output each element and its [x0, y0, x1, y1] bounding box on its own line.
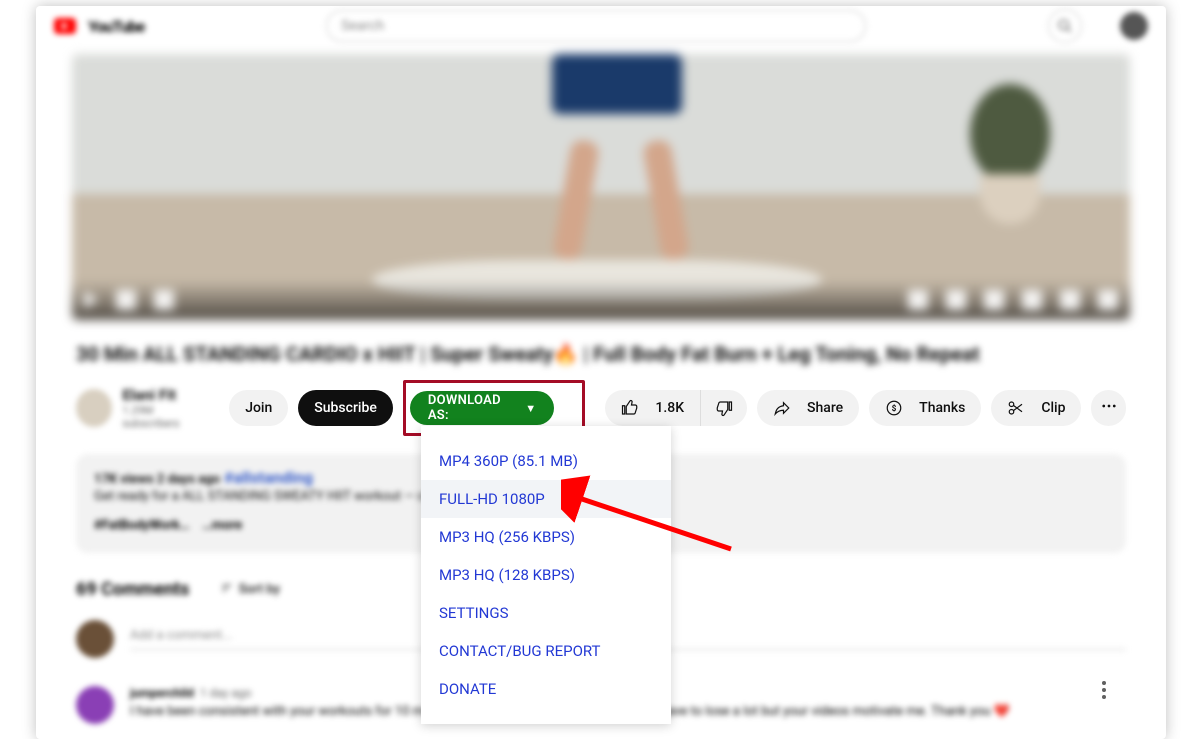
video-player[interactable] [72, 54, 1130, 320]
play-icon[interactable] [84, 291, 98, 309]
theater-icon[interactable] [1060, 290, 1080, 310]
channel-name: Elani Fit [122, 386, 209, 404]
ellipsis-icon [1100, 397, 1118, 419]
chevron-down-icon: ▼ [525, 402, 536, 415]
like-dislike-group: 1.8K [605, 390, 747, 426]
captions-icon[interactable] [946, 290, 966, 310]
download-as-label: DOWNLOAD AS: [428, 393, 519, 423]
youtube-wordmark[interactable]: YouTube [88, 17, 144, 36]
description-line2: #FatBodyWork… [94, 518, 189, 533]
search-icon [1057, 18, 1073, 34]
scissors-icon [1007, 399, 1033, 417]
channel-avatar[interactable] [76, 389, 112, 427]
player-controls [72, 280, 1130, 320]
settings-gear-icon[interactable] [984, 290, 1004, 310]
description-meta: 17K views 2 days ago [94, 472, 220, 487]
description-more[interactable]: …more [202, 518, 242, 533]
download-as-button[interactable]: DOWNLOAD AS: ▼ [410, 391, 555, 425]
share-label: Share [807, 400, 843, 416]
comment-time: 1 day ago [200, 686, 252, 700]
thumbs-down-icon [715, 399, 733, 417]
channel-subscribers: 1.29M subscribers [122, 404, 209, 430]
download-option-fullhd-1080[interactable]: FULL-HD 1080P [421, 480, 671, 518]
commenter-name[interactable]: jumperchild [130, 686, 194, 700]
download-format-dropdown: MP4 360P (85.1 MB) FULL-HD 1080P MP3 HQ … [421, 426, 671, 724]
channel-info[interactable]: Elani Fit 1.29M subscribers [76, 386, 209, 430]
description-tag[interactable]: #allstanding [224, 468, 313, 487]
search-input[interactable]: Search [326, 10, 866, 42]
svg-text:$: $ [892, 403, 897, 414]
more-actions-button[interactable] [1091, 390, 1126, 426]
download-option-mp3-128[interactable]: MP3 HQ (128 KBPS) [421, 556, 671, 594]
share-icon [773, 399, 799, 417]
download-option-settings[interactable]: SETTINGS [421, 594, 671, 632]
comment-actions-icon[interactable] [1094, 681, 1114, 699]
autoplay-icon[interactable] [908, 290, 928, 310]
youtube-logo-icon[interactable] [54, 18, 76, 34]
dislike-button[interactable] [701, 390, 747, 426]
like-count: 1.8K [655, 400, 684, 416]
thanks-icon: $ [885, 399, 911, 417]
clip-label: Clip [1041, 400, 1065, 416]
thumbs-up-icon [621, 399, 647, 417]
user-avatar [76, 620, 114, 658]
volume-icon[interactable] [154, 290, 174, 310]
download-option-contact[interactable]: CONTACT/BUG REPORT [421, 632, 671, 670]
thanks-button[interactable]: $ Thanks [869, 390, 981, 426]
fullscreen-icon[interactable] [1098, 290, 1118, 310]
site-header: YouTube Search [36, 6, 1166, 46]
thanks-label: Thanks [919, 400, 965, 416]
comments-count: 69 Comments [76, 579, 189, 600]
video-title: 30 Min ALL STANDING CARDIO x HIIT | Supe… [76, 342, 1126, 366]
join-button[interactable]: Join [229, 390, 288, 426]
commenter-avatar[interactable] [76, 686, 114, 724]
download-option-mp3-256[interactable]: MP3 HQ (256 KBPS) [421, 518, 671, 556]
search-button[interactable] [1048, 9, 1082, 43]
clip-button[interactable]: Clip [991, 390, 1081, 426]
miniplayer-icon[interactable] [1022, 290, 1042, 310]
search-placeholder: Search [341, 18, 384, 34]
share-button[interactable]: Share [757, 390, 859, 426]
download-option-donate[interactable]: DONATE [421, 670, 671, 708]
sort-by-button[interactable]: Sort by [219, 582, 280, 597]
microphone-icon[interactable] [1120, 12, 1148, 40]
download-option-mp4-360[interactable]: MP4 360P (85.1 MB) [421, 442, 671, 480]
subscribe-button[interactable]: Subscribe [298, 390, 393, 426]
next-icon[interactable] [116, 290, 136, 310]
like-button[interactable]: 1.8K [605, 390, 701, 426]
